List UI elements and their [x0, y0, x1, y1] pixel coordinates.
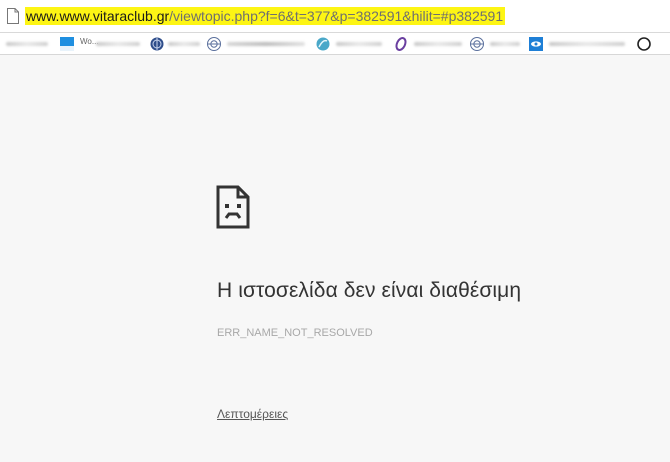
- url-path: /viewtopic.php?f=6&t=377&p=382591&hilit=…: [169, 8, 504, 24]
- address-bar[interactable]: www.www.vitaraclub.gr/viewtopic.php?f=6&…: [0, 0, 670, 33]
- circle-icon: [637, 37, 651, 51]
- blue-eye-icon: [529, 37, 543, 51]
- bookmark-item[interactable]: [2, 36, 52, 52]
- url-host: www.www.vitaraclub.gr: [26, 8, 170, 24]
- purple-swirl-icon: [395, 37, 407, 51]
- bookmark-item[interactable]: [150, 36, 202, 52]
- bookmark-item[interactable]: [529, 36, 629, 52]
- teal-swirl-icon: [316, 37, 330, 51]
- sad-page-icon: [216, 185, 250, 229]
- bookmark-item[interactable]: [316, 36, 384, 52]
- bookmark-item[interactable]: [394, 36, 464, 52]
- globe-icon: [207, 37, 221, 51]
- bookmark-item[interactable]: [637, 36, 657, 52]
- globe-icon: [150, 37, 164, 51]
- url-text[interactable]: www.www.vitaraclub.gr/viewtopic.php?f=6&…: [25, 7, 506, 25]
- bookmark-item[interactable]: Wo...: [60, 36, 142, 52]
- bookmark-item[interactable]: [470, 36, 522, 52]
- bookmarks-bar: Wo...: [0, 33, 670, 55]
- blue-square-favicon-icon: [60, 37, 74, 51]
- error-code: ERR_NAME_NOT_RESOLVED: [217, 327, 373, 339]
- error-title: Η ιστοσελίδα δεν είναι διαθέσιμη: [217, 279, 522, 302]
- page-icon: [7, 8, 19, 24]
- globe-icon: [470, 37, 484, 51]
- bookmark-item[interactable]: [207, 36, 307, 52]
- details-link[interactable]: Λεπτομέρειες: [217, 407, 288, 421]
